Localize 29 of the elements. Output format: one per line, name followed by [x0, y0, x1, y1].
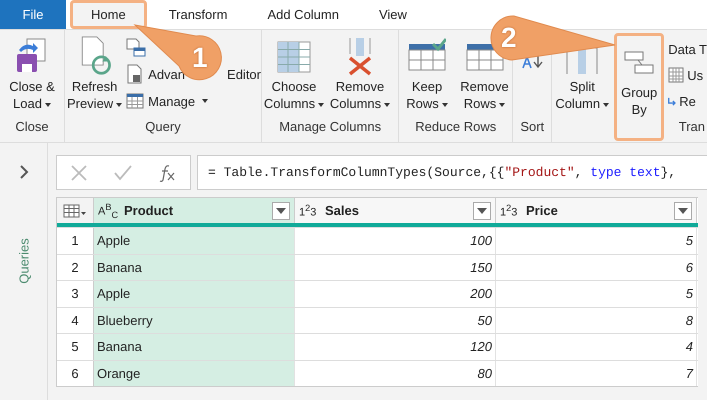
- table-cell: 100: [295, 228, 496, 254]
- group-label: Manage Columns: [278, 119, 382, 136]
- table-cell: Banana: [94, 254, 295, 280]
- group-label: Sort: [519, 119, 546, 136]
- column-name: Price: [526, 203, 559, 218]
- group-label: Query: [144, 119, 182, 136]
- callout-number: 2: [501, 23, 517, 53]
- table-cell: 6: [496, 254, 697, 280]
- table-cell: Orange: [94, 360, 295, 386]
- column-name: Sales: [325, 203, 360, 218]
- table-cell: 200: [295, 281, 496, 306]
- table-cell: 80: [295, 360, 496, 386]
- table-cell: 150: [295, 254, 496, 280]
- table-cell: Banana: [94, 334, 295, 360]
- table-cell: Blueberry: [94, 308, 295, 333]
- table-cell: 7: [496, 360, 697, 386]
- callout-number: 1: [192, 43, 208, 73]
- group-label: Tran: [678, 119, 706, 136]
- table-cell: Apple: [94, 228, 295, 254]
- table-cell: Apple: [94, 281, 295, 306]
- table-cell: 8: [496, 308, 697, 333]
- group-label: Reduce Rows: [414, 119, 498, 136]
- table-cell: 5: [496, 228, 697, 254]
- group-label: Close: [14, 119, 50, 136]
- table-cell: 120: [295, 334, 496, 360]
- table-cell: 5: [496, 281, 697, 306]
- column-name: Product: [124, 203, 174, 218]
- table-cell: 50: [295, 308, 496, 333]
- table-cell: 4: [496, 334, 697, 360]
